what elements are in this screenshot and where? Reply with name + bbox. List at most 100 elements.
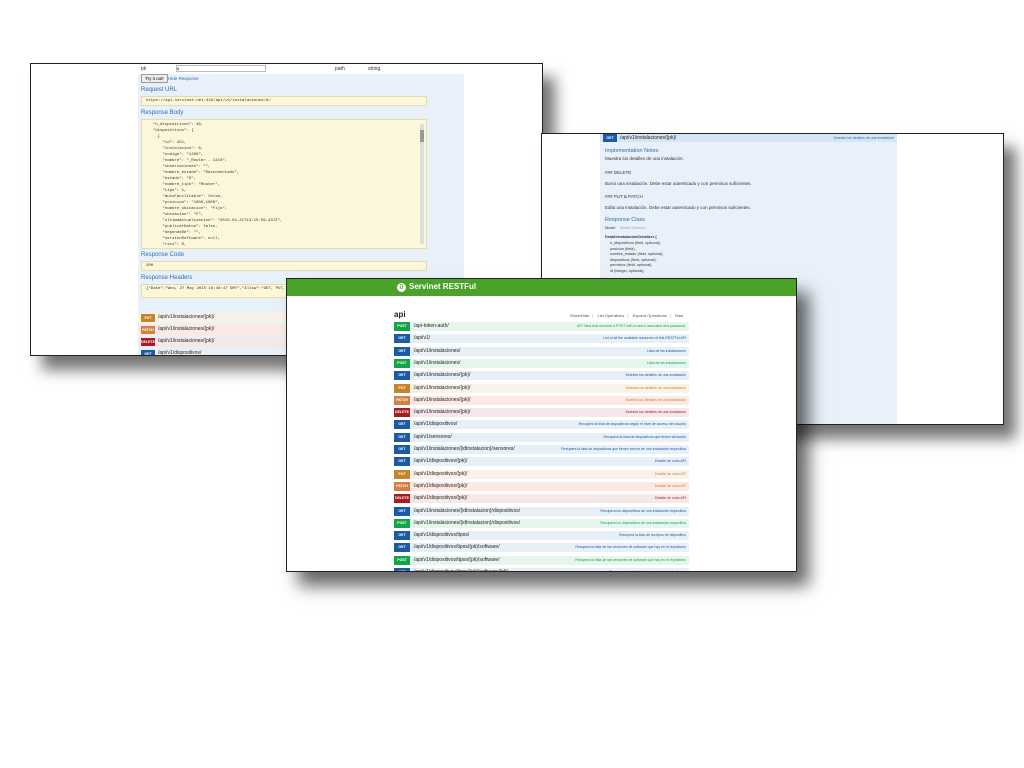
operation-path[interactable]: /api/v1/dispositivos/tipos/{pk}/software… [413,555,500,565]
show-hide-link[interactable]: Show/Hide [567,313,592,318]
operation-desc: API View that receives a POST with a use… [577,324,686,328]
response-headers: {"Date":"Wed, 27 May 2015 16:40:47 GMT",… [146,287,300,291]
operation-path[interactable]: /api/v1/instalaciones/ [413,358,460,368]
method-badge: PUT [141,314,155,322]
scrollbar-thumb[interactable] [420,130,424,142]
raw-link[interactable]: Raw [672,313,686,318]
response-body-line: "ubicacion": "F", [148,213,204,217]
operation-path[interactable]: /api-token-auth/ [413,322,449,331]
serializer-field: permisos (field, optional), [610,263,653,267]
serializer-field: nombre_estado (field, optional), [610,252,664,256]
operation-path[interactable]: /api/v1/instalaciones/{pk}/ [413,371,470,381]
operation-path[interactable]: /api/v1/instalaciones/{pk}/ [413,395,470,405]
param-row: pk path string [138,64,464,74]
operation-row[interactable]: DELETE/api/v1/dispositivos/{pk}/ Detalle … [394,494,689,504]
operation-path[interactable]: /api/v1/instalaciones/{pk}/ [413,408,470,418]
operation-desc: Detalle de nodo API [655,483,686,488]
response-class-label: Response Class [605,217,646,223]
operation-path[interactable]: /api/v1/instalaciones/{pk}/ [620,134,676,142]
hide-response-link[interactable]: Hide Response [168,76,199,81]
method-badge: POST [394,358,410,368]
operation-row[interactable]: GET/api/v1/instalaciones/{idInstalacion}… [394,506,689,516]
operation-path[interactable]: /api/v1/instalaciones/ [413,346,460,356]
putpatch-title: ### PUT & PATCH [605,194,643,199]
operation-path[interactable]: /api/v1/instalaciones/{idInstalacion}/se… [413,445,515,454]
try-it-out-button[interactable]: Try it out! [141,74,168,83]
operation-row[interactable]: GET/api/v1/sensores/Recupera la lista de… [394,432,689,442]
list-operations-link[interactable]: List Operations [594,313,627,318]
param-value-input[interactable] [176,65,266,72]
response-body-line: "dispositivos": [ [148,129,194,133]
operation-desc: Recupera los dispositivos de una instala… [600,508,686,513]
response-body-scrollbar[interactable] [420,124,424,244]
operation-path[interactable]: /api/v1/dispositivos/tipos/ [413,531,469,541]
response-body-line: "rssi": 0, [148,243,187,247]
operation-row[interactable]: GET/api/v1/dispositivos/tipos/Recupera l… [394,531,689,541]
endpoint-path[interactable]: /api/v1/dispositivos/ [158,350,201,355]
operation-desc: Lista de las instalaciones [647,348,686,353]
model-tab[interactable]: Model [605,226,615,230]
operation-path[interactable]: /api/v1/instalaciones/{idInstalacion}/di… [413,506,520,516]
operation-path[interactable]: /api/v1/instalaciones/{idInstalacion}/di… [413,518,520,528]
method-badge: PATCH [141,326,155,334]
operation-path[interactable]: /api/v1/dispositivos/{pk}/ [413,457,467,467]
operation-row[interactable]: DELETE/api/v1/instalaciones/{pk}/ Muestra… [394,408,689,418]
operation-desc: Recupera los detalles de una versión de … [609,570,686,572]
operation-row[interactable]: GET/api/v1/List of all the available res… [394,334,689,344]
response-body-line: "observaciones": "", [148,165,211,169]
operation-row[interactable]: GET/api/v1/dispositivos/{pk}/ Detalle de … [394,457,689,467]
method-badge: GET [394,432,410,442]
operation-row[interactable]: POST/api/v1/dispositivos/tipos/{pk}/soft… [394,555,689,565]
param-type: path [335,66,345,72]
method-badge: GET [394,371,410,381]
operation-path[interactable]: /api/v1/dispositivos/tipos/{pk}/software… [413,543,500,553]
operation-path[interactable]: /api/v1/dispositivos/{pk}/ [413,481,467,491]
method-badge: GET [394,543,410,553]
operation-row[interactable]: PATCH/api/v1/instalaciones/{pk}/ Muestra … [394,395,689,405]
response-body-box[interactable]: "n_dispositivos": 46, "dispositivos": [ … [141,119,427,249]
operation-path[interactable]: /api/v1/sensores/ [413,432,452,442]
response-body-line: "posicion": "1000,1000", [148,201,221,205]
response-body-line: "nombre_tipo": "Router", [148,183,221,187]
operation-desc: Recupera la lista de los tipos de dispos… [619,533,686,538]
operation-row[interactable]: GET/api/v1/instalaciones/Lista de las in… [394,346,689,356]
operation-path[interactable]: /api/v1/dispositivos/{pk}/ [413,469,467,479]
method-badge: POST [394,518,410,528]
response-body-line: "dependeDe": "", [148,231,201,235]
operation-row[interactable]: GET/api/v1/dispositivos/tipos/{pk}/softw… [394,568,689,572]
operation-row[interactable]: PATCH/api/v1/dispositivos/{pk}/ Detalle d… [394,481,689,491]
operation-row[interactable]: POST/api-token-auth/API View that receiv… [394,322,689,331]
method-badge: GET [394,445,410,454]
operation-row[interactable]: GET/api/v1/dispositivos/Recupera la list… [394,420,689,430]
api-section-title[interactable]: api [394,310,406,319]
request-url-box: https://api-servinet.net:443/api/v1/inst… [141,96,427,106]
operation-row[interactable]: GET/api/v1/dispositivos/tipos/{pk}/softw… [394,543,689,553]
method-badge: PUT [394,469,410,479]
operation-path[interactable]: /api/v1/dispositivos/ [413,420,457,430]
operation-row[interactable]: POST/api/v1/instalaciones/{idInstalacion… [394,518,689,528]
method-badge: DELETE [394,408,410,418]
response-body-line: "nombre": "_Router - 1210", [148,159,228,163]
operation-row[interactable]: GET/api/v1/instalaciones/{idInstalacion}… [394,445,689,454]
endpoint-path[interactable]: /api/v1/instalaciones/{pk}/ [158,338,214,344]
response-body-label: Response Body [141,110,184,116]
method-badge: POST [394,555,410,565]
implementation-notes-label: Implementation Notes [605,148,659,154]
operation-path[interactable]: /api/v1/ [413,334,430,344]
endpoint-path[interactable]: /api/v1/instalaciones/{pk}/ [158,314,214,320]
operation-row[interactable]: GET/api/v1/instalaciones/{pk}/ Muestra lo… [394,371,689,381]
operation-row[interactable]: POST/api/v1/instalaciones/Lista de las i… [394,358,689,368]
response-body-line: "instalacion": 6, [148,147,204,151]
response-body-line: "estado": "D", [148,177,197,181]
model-schema-tab[interactable]: Model Schema [620,226,645,230]
operation-path[interactable]: /api/v1/instalaciones/{pk}/ [413,383,470,393]
expand-operations-link[interactable]: Expand Operations [630,313,670,318]
operation-desc: Detalle de nodo API [655,471,686,476]
endpoint-path[interactable]: /api/v1/instalaciones/{pk}/ [158,326,214,332]
operation-header[interactable]: GET /api/v1/instalaciones/{pk}/ Muestra … [600,134,897,142]
operation-path[interactable]: /api/v1/dispositivos/{pk}/ [413,494,467,504]
operation-row[interactable]: PUT/api/v1/dispositivos/{pk}/ Detalle de … [394,469,689,479]
header-bar: {} Servinet RESTFul [287,279,796,296]
operation-path[interactable]: /api/v1/dispositivos/tipos/{pk}/software… [413,568,508,571]
operation-row[interactable]: PUT/api/v1/instalaciones/{pk}/ Muestra lo… [394,383,689,393]
